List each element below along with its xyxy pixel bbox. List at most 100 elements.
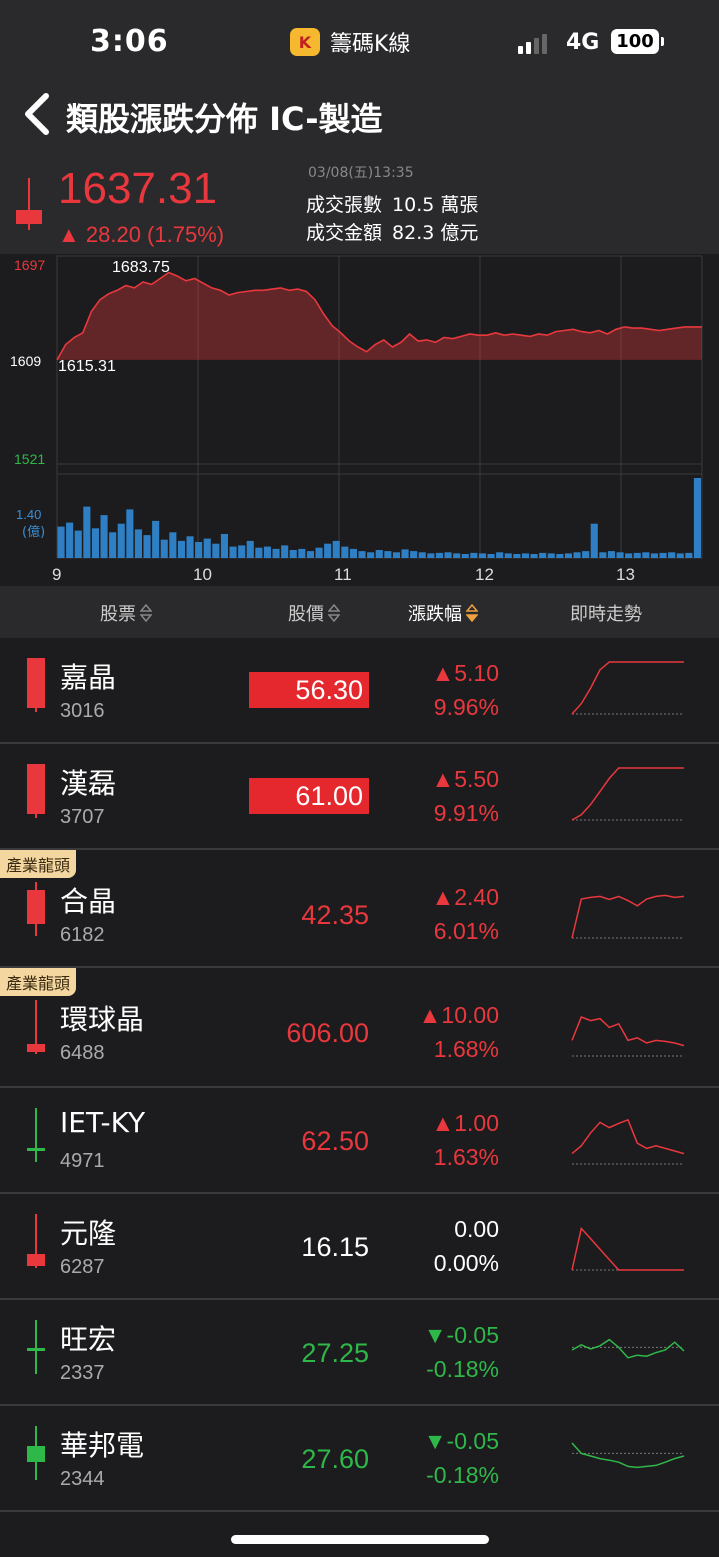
- volume-bar: [410, 551, 418, 558]
- volume-unit-label: (億): [22, 524, 45, 540]
- stock-row[interactable]: 元隆 6287 16.15 0.00 0.00%: [0, 1194, 719, 1300]
- stock-code: 3016: [60, 700, 105, 722]
- volume-bar: [169, 532, 177, 558]
- back-arrow-icon[interactable]: [20, 92, 54, 136]
- volume-bar: [435, 552, 443, 558]
- volume-bar: [427, 553, 435, 558]
- stock-name: 嘉晶: [60, 661, 117, 694]
- volume-max-label: 1.40: [16, 507, 41, 522]
- trend-sparkline: [571, 661, 684, 715]
- volume-bar: [659, 552, 667, 558]
- col-trend: 即時走勢: [570, 600, 642, 626]
- sort-icon: [140, 604, 152, 622]
- volume-bar: [324, 543, 332, 558]
- volume-bar: [693, 478, 701, 558]
- volume-bar: [332, 540, 340, 558]
- stock-row[interactable]: 華邦電 2344 27.60 ▼-0.05 -0.18%: [0, 1406, 719, 1512]
- stock-row[interactable]: IET-KY 4971 62.50 ▲1.00 1.63%: [0, 1088, 719, 1194]
- volume-bar: [117, 523, 125, 558]
- volume-value: 10.5 萬張: [392, 194, 479, 216]
- stock-name: 元隆: [60, 1217, 117, 1250]
- stock-price: 606.00: [286, 1018, 369, 1048]
- home-indicator[interactable]: [231, 1535, 489, 1544]
- stock-change-pct: 1.68%: [433, 1036, 499, 1062]
- volume-bar: [263, 546, 271, 558]
- sort-by-change[interactable]: 漲跌幅: [408, 600, 478, 626]
- stock-change: ▲5.50: [431, 766, 499, 792]
- col-trend-label: 即時走勢: [570, 604, 642, 625]
- volume-bar: [650, 553, 658, 558]
- intraday-chart[interactable]: 1697 1609 1521 1683.75 1615.31 1.40 (億) …: [0, 254, 719, 584]
- stock-row[interactable]: 嘉晶 3016 56.30 ▲5.10 9.96%: [0, 638, 719, 744]
- stock-code: 2337: [60, 1362, 105, 1384]
- volume-bar: [298, 548, 306, 558]
- candle-icon: [27, 764, 45, 818]
- network-type: 4G: [566, 30, 600, 55]
- volume-bar: [487, 554, 495, 558]
- volume-bar: [513, 554, 521, 558]
- volume-bar: [246, 540, 254, 558]
- volume-bar: [668, 552, 676, 558]
- volume-bar: [100, 515, 108, 558]
- amount-row: 成交金額 82.3 億元: [306, 218, 478, 245]
- y-tick-top: 1697: [14, 257, 45, 273]
- volume-bar: [444, 552, 452, 558]
- nav-header: 類股漲跌分佈 IC-製造: [0, 80, 719, 150]
- col-price-label: 股價: [288, 604, 324, 625]
- volume-bar: [496, 552, 504, 558]
- stock-name: 華邦電: [60, 1429, 145, 1462]
- volume-bar: [220, 534, 228, 558]
- stock-row[interactable]: 旺宏 2337 27.25 ▼-0.05 -0.18%: [0, 1300, 719, 1406]
- candle-icon: [27, 1214, 45, 1268]
- y-tick-bottom: 1521: [14, 451, 45, 467]
- volume-bar: [66, 522, 74, 558]
- stock-code: 2344: [60, 1468, 105, 1490]
- sort-by-stock[interactable]: 股票: [100, 600, 152, 626]
- stock-price: 42.35: [301, 900, 369, 930]
- stock-change: ▲10.00: [418, 1002, 499, 1028]
- sparkline-path: [571, 1016, 685, 1047]
- volume-bar: [238, 545, 246, 558]
- status-bar: 3:06 K 籌碼K線 4G 100: [0, 0, 719, 80]
- x-tick-label: 9: [52, 565, 61, 584]
- volume-bar: [384, 551, 392, 558]
- volume-bar: [530, 554, 538, 558]
- stock-price: 62.50: [301, 1126, 369, 1156]
- volume-bar: [177, 540, 185, 558]
- volume-bar: [126, 509, 134, 558]
- stock-change: ▲2.40: [431, 884, 499, 910]
- stock-name: 環球晶: [60, 1003, 145, 1036]
- volume-bar: [272, 548, 280, 558]
- x-axis-ticks: 9 10 11 12 13: [52, 565, 635, 584]
- volume-bar: [564, 553, 572, 558]
- stock-row[interactable]: 產業龍頭 環球晶 6488 606.00 ▲10.00 1.68%: [0, 968, 719, 1088]
- volume-bar: [642, 552, 650, 558]
- volume-bar: [478, 553, 486, 558]
- volume-bar: [607, 551, 615, 558]
- volume-bar: [315, 547, 323, 558]
- sparkline-path: [571, 1118, 685, 1155]
- candle-icon: [27, 882, 45, 936]
- volume-bar: [676, 553, 684, 558]
- candle-icon: [27, 1108, 45, 1162]
- status-time: 3:06: [90, 24, 169, 59]
- page-title: 類股漲跌分佈 IC-製造: [66, 100, 383, 138]
- sort-by-price[interactable]: 股價: [288, 600, 340, 626]
- stock-price: 16.15: [301, 1232, 369, 1262]
- volume-bar: [91, 528, 99, 558]
- volume-bar: [590, 523, 598, 558]
- col-stock-label: 股票: [100, 604, 136, 625]
- stock-row[interactable]: 漢磊 3707 61.00 ▲5.50 9.91%: [0, 744, 719, 850]
- candle-icon: [27, 658, 45, 712]
- volume-bar: [582, 551, 590, 558]
- stock-row[interactable]: 產業龍頭 合晶 6182 42.35 ▲2.40 6.01%: [0, 850, 719, 968]
- volume-bar: [547, 553, 555, 558]
- trend-sparkline: [571, 1016, 685, 1057]
- stock-code: 6182: [60, 924, 105, 946]
- signal-icon: [518, 32, 547, 54]
- volume-bars: [57, 478, 701, 558]
- stock-code: 4971: [60, 1150, 105, 1172]
- trend-sparkline: [571, 1226, 684, 1271]
- stock-price: 27.25: [301, 1338, 369, 1368]
- stock-change: ▲5.10: [431, 660, 499, 686]
